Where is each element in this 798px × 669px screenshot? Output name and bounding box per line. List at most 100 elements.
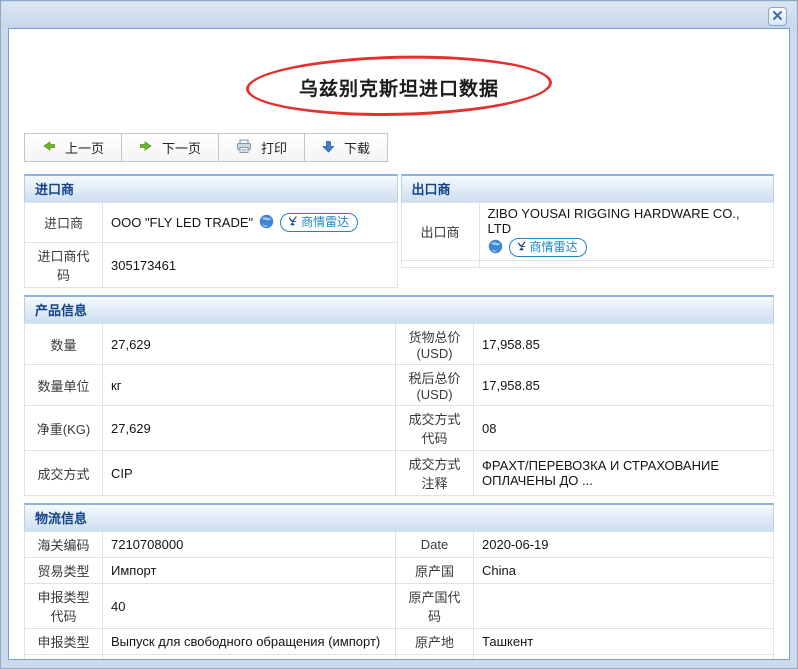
importer-section-header: 进口商 — [24, 174, 398, 202]
field-label: 货物总价(USD) — [396, 324, 474, 365]
field-label: 申报类型代码 — [25, 584, 103, 629]
table-row — [401, 261, 774, 268]
table-row: 出口商 ZIBO YOUSAI RIGGING HARDWARE CO., LT… — [401, 203, 774, 261]
field-label — [401, 261, 479, 268]
importer-column: 进口商 进口商 OOO "FLY LED TRADE" — [24, 174, 398, 288]
radar-icon — [287, 214, 298, 230]
field-label: 原产地 — [396, 629, 474, 655]
table-row: 净重(KG) 27,629 成交方式代码 08 — [25, 406, 774, 451]
field-label: 申报类型 — [25, 629, 103, 655]
product-section-header: 产品信息 — [24, 295, 774, 323]
prev-page-button[interactable]: 上一页 — [24, 133, 122, 162]
parties-section: 进口商 进口商 OOO "FLY LED TRADE" — [24, 174, 774, 288]
field-label: 数量 — [25, 324, 103, 365]
field-value — [479, 261, 774, 268]
field-value: кг — [103, 365, 396, 406]
field-label: 进口商 — [25, 203, 103, 243]
globe-icon[interactable] — [259, 214, 274, 232]
download-icon — [322, 140, 335, 156]
exporter-section-header: 出口商 — [401, 174, 775, 202]
field-label: 运输方式 — [396, 655, 474, 661]
radar-icon — [516, 239, 527, 255]
field-value: 7210708000 — [103, 532, 396, 558]
field-label: 进口商代码 — [25, 243, 103, 288]
radar-badge[interactable]: 商情雷达 — [509, 238, 587, 257]
field-value — [474, 655, 774, 661]
field-label: 出口商 — [401, 203, 479, 261]
field-value: ФРАХТ/ПЕРЕВОЗКА И СТРАХОВАНИЕ ОПЛАЧЕНЫ Д… — [474, 451, 774, 496]
radar-badge-label: 商情雷达 — [301, 214, 349, 230]
print-button[interactable]: 打印 — [218, 133, 305, 162]
field-label: 原产国 — [396, 558, 474, 584]
table-row: 申报类型 Выпуск для свободного обращения (им… — [25, 629, 774, 655]
field-value: 27,629 — [103, 406, 396, 451]
close-icon — [772, 8, 783, 26]
radar-badge[interactable]: 商情雷达 — [280, 213, 358, 232]
field-label: 成交方式注释 — [396, 451, 474, 496]
table-row: 数量单位 кг 税后总价(USD) 17,958.85 — [25, 365, 774, 406]
table-row: 进口商 OOO "FLY LED TRADE" — [25, 203, 398, 243]
importer-name: OOO "FLY LED TRADE" — [111, 215, 253, 230]
field-value: OOO "FLY LED TRADE" — [103, 203, 398, 243]
field-value: 17,958.85 — [474, 324, 774, 365]
field-value: ZIBO YOUSAI RIGGING HARDWARE CO., LTD — [479, 203, 774, 261]
table-row: 进口商代码 305173461 — [25, 243, 398, 288]
prev-page-label: 上一页 — [65, 138, 104, 157]
field-label: 贸易类型 — [25, 558, 103, 584]
field-value — [103, 655, 396, 661]
field-value: Выпуск для свободного обращения (импорт) — [103, 629, 396, 655]
table-row: 成交方式 CIP 成交方式注释 ФРАХТ/ПЕРЕВОЗКА И СТРАХО… — [25, 451, 774, 496]
radar-badge-label: 商情雷达 — [530, 239, 578, 255]
arrow-left-icon — [42, 139, 56, 156]
next-page-label: 下一页 — [162, 138, 201, 157]
field-value: 305173461 — [103, 243, 398, 288]
field-value: 17,958.85 — [474, 365, 774, 406]
product-info-section: 产品信息 数量 27,629 货物总价(USD) 17,958.85 数量单位 … — [24, 295, 774, 496]
dialog-window: 乌兹别克斯坦进口数据 上一页 下一页 — [0, 0, 798, 669]
field-label: 原产国代码 — [396, 584, 474, 629]
exporter-column: 出口商 出口商 ZIBO YOUSAI RIGGING HARDWARE CO.… — [401, 174, 775, 288]
exporter-table: 出口商 ZIBO YOUSAI RIGGING HARDWARE CO., LT… — [401, 202, 775, 268]
download-button[interactable]: 下载 — [304, 133, 388, 162]
field-label: 净重(KG) — [25, 406, 103, 451]
table-row: 数量 27,629 货物总价(USD) 17,958.85 — [25, 324, 774, 365]
field-value: China — [474, 558, 774, 584]
logistics-info-section: 物流信息 海关编码 7210708000 Date 2020-06-19 贸易类… — [24, 503, 774, 660]
field-value: Импорт — [103, 558, 396, 584]
table-row: 运输方式代码 运输方式 — [25, 655, 774, 661]
field-label: 数量单位 — [25, 365, 103, 406]
field-value: 08 — [474, 406, 774, 451]
close-button[interactable] — [768, 7, 787, 26]
product-table: 数量 27,629 货物总价(USD) 17,958.85 数量单位 кг 税后… — [24, 323, 774, 496]
field-value — [474, 584, 774, 629]
dialog-titlebar — [2, 2, 796, 28]
download-label: 下载 — [344, 138, 370, 157]
field-label: 成交方式代码 — [396, 406, 474, 451]
exporter-name: ZIBO YOUSAI RIGGING HARDWARE CO., LTD — [488, 206, 766, 236]
globe-icon[interactable] — [488, 239, 503, 257]
field-value: Ташкент — [474, 629, 774, 655]
field-label: Date — [396, 532, 474, 558]
dialog-content: 乌兹别克斯坦进口数据 上一页 下一页 — [8, 28, 790, 660]
print-label: 打印 — [261, 138, 287, 157]
next-page-button[interactable]: 下一页 — [121, 133, 219, 162]
printer-icon — [236, 139, 252, 157]
page-title: 乌兹别克斯坦进口数据 — [299, 74, 499, 101]
toolbar: 上一页 下一页 打印 — [24, 133, 774, 162]
field-value: 40 — [103, 584, 396, 629]
table-row: 贸易类型 Импорт 原产国 China — [25, 558, 774, 584]
field-label: 海关编码 — [25, 532, 103, 558]
field-label: 运输方式代码 — [25, 655, 103, 661]
logistics-section-header: 物流信息 — [24, 503, 774, 531]
arrow-right-icon — [139, 139, 153, 156]
field-value: 27,629 — [103, 324, 396, 365]
importer-table: 进口商 OOO "FLY LED TRADE" — [24, 202, 398, 288]
field-label: 税后总价(USD) — [396, 365, 474, 406]
field-value: 2020-06-19 — [474, 532, 774, 558]
title-area: 乌兹别克斯坦进口数据 — [24, 43, 774, 131]
table-row: 海关编码 7210708000 Date 2020-06-19 — [25, 532, 774, 558]
field-label: 成交方式 — [25, 451, 103, 496]
table-row: 申报类型代码 40 原产国代码 — [25, 584, 774, 629]
field-value: CIP — [103, 451, 396, 496]
logistics-table: 海关编码 7210708000 Date 2020-06-19 贸易类型 Имп… — [24, 531, 774, 660]
